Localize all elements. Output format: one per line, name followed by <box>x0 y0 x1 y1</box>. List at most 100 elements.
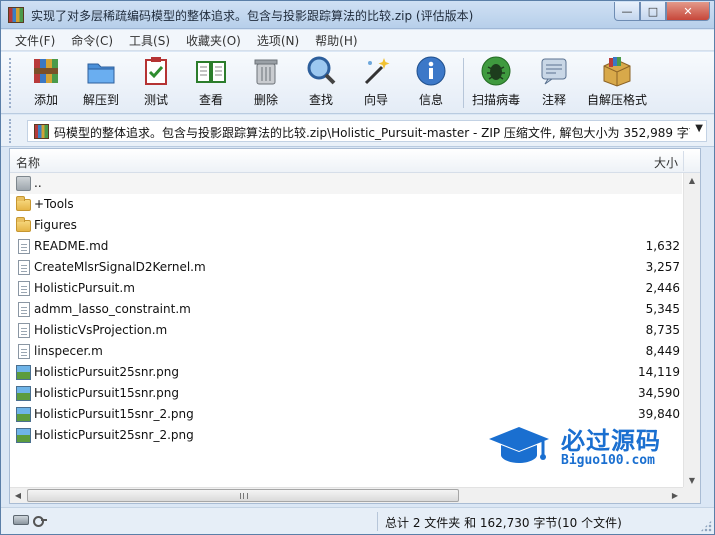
test-button[interactable]: 测试 <box>129 55 183 111</box>
column-header-size[interactable]: 大小 <box>654 154 678 171</box>
graduation-cap-icon <box>489 427 549 463</box>
info-icon <box>416 56 446 86</box>
item-name: .. <box>34 176 42 190</box>
item-size: 34,590 <box>638 386 680 400</box>
virus-scan-icon <box>481 56 511 86</box>
item-size: 2,446 <box>645 281 680 295</box>
find-button[interactable]: 查找 <box>294 55 348 111</box>
scroll-corner <box>683 487 700 503</box>
address-path: 码模型的整体追求。包含与投影跟踪算法的比较.zip\Holistic_Pursu… <box>54 126 690 140</box>
item-size: 5,345 <box>645 302 680 316</box>
address-box[interactable]: 码模型的整体追求。包含与投影跟踪算法的比较.zip\Holistic_Pursu… <box>27 120 707 142</box>
horizontal-scroll-thumb[interactable] <box>27 489 459 502</box>
add-archive-icon <box>34 59 58 83</box>
status-text: 总计 2 文件夹 和 162,730 字节(10 个文件) <box>385 516 622 530</box>
status-icons <box>13 515 47 527</box>
maximize-button[interactable]: □ <box>640 2 666 21</box>
column-divider[interactable] <box>683 151 684 171</box>
delete-trash-icon <box>254 59 278 85</box>
toolbar-separator <box>463 58 464 108</box>
file-icon <box>18 344 30 359</box>
extract-folder-icon <box>87 63 115 84</box>
item-size: 3,257 <box>645 260 680 274</box>
list-item[interactable]: CreateMlsrSignalD2Kernel.m 3,257 <box>10 257 682 278</box>
resize-grip-icon[interactable] <box>700 520 712 532</box>
winrar-window: 实现了对多层稀疏编码模型的整体追求。包含与投影跟踪算法的比较.zip (评估版本… <box>0 0 715 535</box>
menu-options[interactable]: 选项(N) <box>249 32 307 49</box>
status-divider <box>377 512 378 531</box>
list-item[interactable]: Figures <box>10 215 682 236</box>
window-title: 实现了对多层稀疏编码模型的整体追求。包含与投影跟踪算法的比较.zip (评估版本… <box>31 9 474 23</box>
test-clipboard-icon <box>145 57 167 85</box>
info-button[interactable]: 信息 <box>404 55 458 111</box>
image-file-icon <box>16 365 31 380</box>
add-button[interactable]: 添加 <box>19 55 73 111</box>
item-name: HolisticPursuit25snr_2.png <box>34 428 194 442</box>
scroll-left-icon[interactable]: ◀ <box>10 488 26 503</box>
menu-commands[interactable]: 命令(C) <box>63 32 121 49</box>
file-icon <box>18 302 30 317</box>
comment-button[interactable]: 注释 <box>527 55 581 111</box>
title-bar[interactable]: 实现了对多层稀疏编码模型的整体追求。包含与投影跟踪算法的比较.zip (评估版本… <box>1 1 714 29</box>
list-item[interactable]: HolisticPursuit.m 2,446 <box>10 278 682 299</box>
list-item[interactable]: HolisticPursuit15snr.png 34,590 <box>10 383 682 404</box>
list-item[interactable]: +Tools <box>10 194 682 215</box>
virus-scan-button[interactable]: 扫描病毒 <box>469 55 523 111</box>
view-button[interactable]: 查看 <box>184 55 238 111</box>
menu-tools[interactable]: 工具(S) <box>121 32 178 49</box>
add-label: 添加 <box>33 93 58 107</box>
file-icon <box>18 323 30 338</box>
scroll-right-icon[interactable]: ▶ <box>667 488 683 503</box>
window-controls: — □ ✕ <box>614 2 710 21</box>
key-icon[interactable] <box>33 515 47 527</box>
item-name: +Tools <box>34 197 74 211</box>
item-size: 1,632 <box>645 239 680 253</box>
address-grip[interactable] <box>9 119 13 143</box>
delete-button[interactable]: 删除 <box>239 55 293 111</box>
sfx-box-icon <box>603 57 631 87</box>
file-icon <box>18 260 30 275</box>
wizard-button[interactable]: 向导 <box>349 55 403 111</box>
menu-file[interactable]: 文件(F) <box>7 32 63 49</box>
minimize-button[interactable]: — <box>614 2 640 21</box>
watermark-en: Biguo100.com <box>561 453 655 468</box>
item-name: admm_lasso_constraint.m <box>34 302 191 316</box>
menu-favorites[interactable]: 收藏夹(O) <box>178 32 249 49</box>
drive-icon[interactable] <box>13 515 29 525</box>
item-name: README.md <box>34 239 109 253</box>
item-name: HolisticPursuit15snr_2.png <box>34 407 194 421</box>
column-header-name[interactable]: 名称 <box>16 154 40 171</box>
item-size: 8,449 <box>645 344 680 358</box>
list-item[interactable]: HolisticPursuit25snr.png 14,119 <box>10 362 682 383</box>
horizontal-scrollbar[interactable]: ◀ ▶ <box>10 487 683 503</box>
parent-folder-icon <box>16 176 31 191</box>
item-name: Figures <box>34 218 77 232</box>
find-label: 查找 <box>308 93 333 107</box>
list-item[interactable]: linspecer.m 8,449 <box>10 341 682 362</box>
list-item[interactable]: README.md 1,632 <box>10 236 682 257</box>
sfx-label: 自解压格式 <box>586 93 647 107</box>
toolbar-grip[interactable] <box>9 58 13 108</box>
winrar-app-icon[interactable] <box>8 7 24 23</box>
scroll-up-icon[interactable]: ▲ <box>684 173 700 189</box>
find-magnifier-icon <box>307 56 336 85</box>
extract-to-label: 解压到 <box>82 93 119 107</box>
list-item[interactable]: .. <box>10 173 682 194</box>
info-label: 信息 <box>418 93 443 107</box>
item-size: 8,735 <box>645 323 680 337</box>
address-dropdown-icon[interactable]: ▼ <box>695 123 703 134</box>
extract-to-button[interactable]: 解压到 <box>74 55 128 111</box>
close-button[interactable]: ✕ <box>666 2 710 21</box>
view-label: 查看 <box>198 93 223 107</box>
list-item[interactable]: HolisticVsProjection.m 8,735 <box>10 320 682 341</box>
item-name: CreateMlsrSignalD2Kernel.m <box>34 260 206 274</box>
list-item[interactable]: admm_lasso_constraint.m 5,345 <box>10 299 682 320</box>
view-book-icon <box>196 61 226 83</box>
watermark-cn: 必过源码 <box>561 427 661 455</box>
test-label: 测试 <box>143 93 168 107</box>
wizard-label: 向导 <box>363 93 388 107</box>
sfx-button[interactable]: 自解压格式 <box>585 55 649 111</box>
toolbar: 添加 解压到 测试 查看 删除 查找 向导 信息 扫描病毒 注释 自解压格式 <box>1 52 714 114</box>
menu-help[interactable]: 帮助(H) <box>307 32 365 49</box>
address-bar: 码模型的整体追求。包含与投影跟踪算法的比较.zip\Holistic_Pursu… <box>1 115 714 147</box>
